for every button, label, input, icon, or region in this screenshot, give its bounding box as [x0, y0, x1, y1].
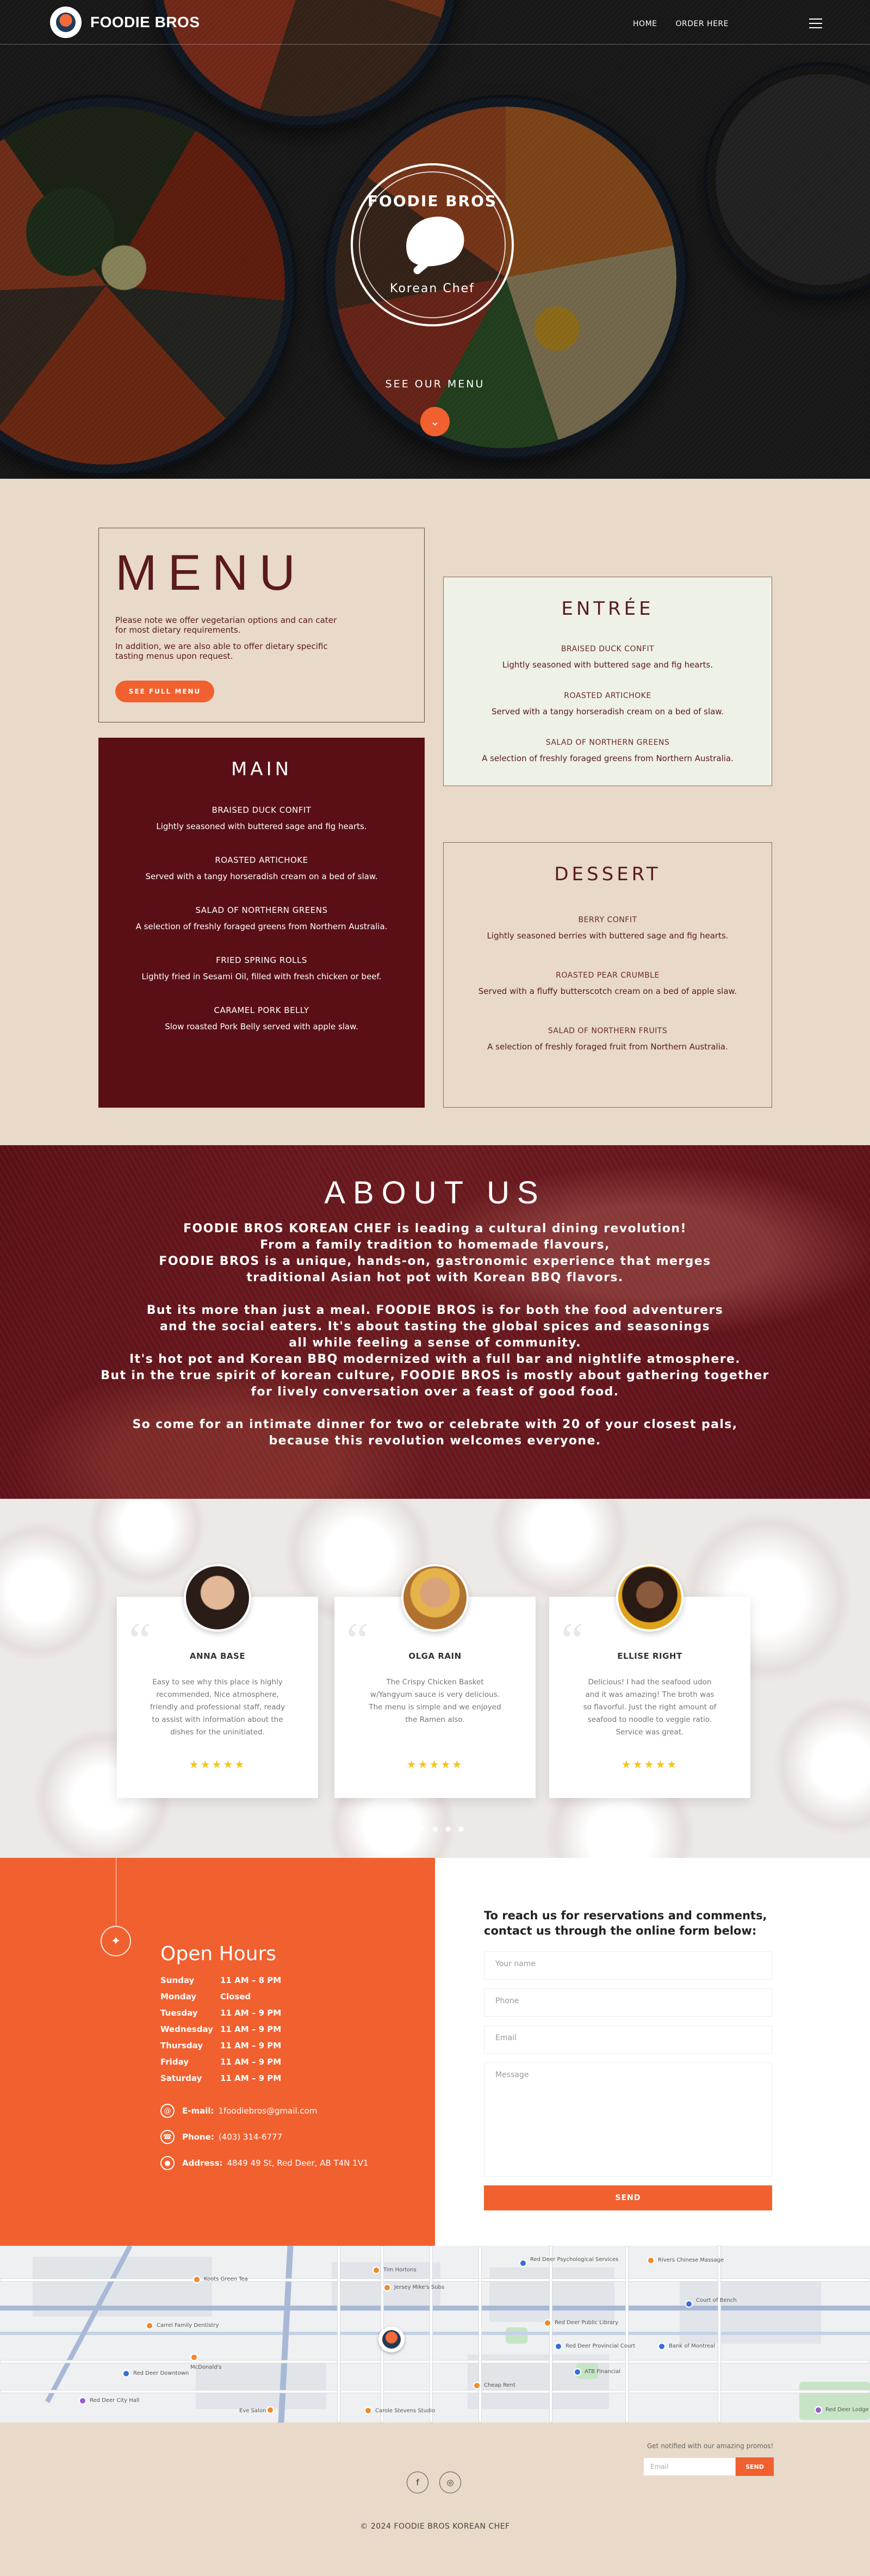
- email-icon: @: [160, 2104, 175, 2118]
- menu-item: SALAD OF NORTHERN GREENS A selection of f…: [135, 905, 388, 931]
- menu-item: FRIED SPRING ROLLS Lightly fried in Sesam…: [141, 955, 382, 981]
- menu-item: ROASTED PEAR CRUMBLE Served with a fluffy…: [478, 971, 737, 996]
- menu-item: SALAD OF NORTHERN GREENS A selection of f…: [482, 738, 734, 763]
- about-title: ABOUT US: [324, 1175, 546, 1210]
- entree-menu-card: ENTRÉE BRAISED DUCK CONFIT Lightly season…: [443, 577, 772, 786]
- brand-name[interactable]: FOODIE BROS: [90, 14, 200, 31]
- testimonial-card: “ ANNA BASE Easy to see why this place i…: [117, 1564, 318, 1798]
- nav-order-here[interactable]: ORDER HERE: [676, 20, 729, 28]
- entree-title: ENTRÉE: [561, 598, 654, 620]
- newsletter-send-button[interactable]: SEND: [736, 2457, 774, 2476]
- brand-logo-icon[interactable]: [50, 7, 82, 38]
- contact-section: ✦ Open Hours Sunday 11 AM – 8 PM Monday Cl…: [0, 1858, 870, 2246]
- facebook-icon[interactable]: f: [407, 2472, 428, 2493]
- menu-item: BERRY CONFIT Lightly seasoned berries wit…: [487, 916, 729, 941]
- dessert-menu-card: DESSERT BERRY CONFIT Lightly seasoned ber…: [443, 842, 772, 1108]
- about-text: FOODIE BROS KOREAN CHEF is leading a cul…: [101, 1222, 769, 1448]
- star-icon: ★★★★★: [189, 1758, 246, 1771]
- emblem-bottom-text: Korean Chef: [390, 282, 475, 295]
- menu-item: BRAISED DUCK CONFIT Lightly seasoned with…: [156, 805, 367, 831]
- menu-title: MENU: [115, 545, 306, 601]
- hours-panel: ✦ Open Hours Sunday 11 AM – 8 PM Monday Cl…: [0, 1858, 435, 2246]
- copyright: © 2024 FOODIE BROS KOREAN CHEF: [360, 2522, 510, 2531]
- menu-note-tasting: In addition, we are also able to offer d…: [115, 641, 328, 661]
- instagram-icon[interactable]: ◎: [439, 2472, 461, 2493]
- name-field[interactable]: Your name: [484, 1951, 772, 1980]
- menu-note-dietary: Please note we offer vegetarian options …: [115, 615, 337, 635]
- menu-section: MENU Please note we offer vegetarian opt…: [0, 479, 870, 1145]
- quote-icon: “: [129, 1613, 151, 1668]
- newsletter-label: Get notified with our amazing promos!: [647, 2442, 774, 2450]
- avatar: [616, 1564, 683, 1632]
- chevron-down-icon[interactable]: ⌄: [420, 407, 450, 436]
- menu-intro-card: MENU Please note we offer vegetarian opt…: [98, 528, 425, 722]
- menu-item: ROASTED ARTICHOKE Served with a tangy hor…: [145, 855, 378, 881]
- quote-icon: “: [561, 1613, 583, 1668]
- testimonial-card: “ OLGA RAIN The Crispy Chicken Basket w/…: [334, 1564, 536, 1798]
- address-info[interactable]: ● Address: 4849 49 St, Red Deer, AB T4N 1…: [160, 2156, 369, 2170]
- send-button[interactable]: SEND: [484, 2185, 772, 2210]
- phone-info[interactable]: ☎ Phone: (403) 314-6777: [160, 2130, 282, 2144]
- mallet-icon: [397, 208, 471, 275]
- top-navigation: FOODIE BROS HOME ORDER HERE: [0, 0, 870, 45]
- menu-item: ROASTED ARTICHOKE Served with a tangy hor…: [491, 691, 724, 716]
- main-menu-card: MAIN BRAISED DUCK CONFIT Lightly seasoned…: [98, 738, 425, 1108]
- phone-field[interactable]: Phone: [484, 1988, 772, 2017]
- testimonial-text: Easy to see why this place is highly rec…: [150, 1678, 285, 1737]
- map-pin-icon[interactable]: [378, 2326, 405, 2352]
- quote-icon: “: [346, 1613, 369, 1668]
- nav-home[interactable]: HOME: [633, 20, 657, 28]
- main-title: MAIN: [231, 758, 293, 780]
- footer: Get notified with our amazing promos! Em…: [0, 2423, 870, 2576]
- message-field[interactable]: Message: [484, 2062, 772, 2177]
- menu-item: BRAISED DUCK CONFIT Lightly seasoned with…: [502, 645, 713, 670]
- email-info[interactable]: @ E-mail: 1foodiebros@gmail.com: [160, 2104, 317, 2118]
- hours-table: Sunday 11 AM – 8 PM Monday Closed Tuesday 1…: [160, 1975, 282, 2083]
- about-section: ABOUT US FOODIE BROS KOREAN CHEF is lead…: [0, 1145, 870, 1499]
- email-field[interactable]: Email: [484, 2025, 772, 2054]
- nav-links: HOME ORDER HERE: [633, 20, 729, 28]
- newsletter-email-input[interactable]: Email: [643, 2457, 736, 2476]
- see-menu-link[interactable]: SEE OUR MENU: [0, 378, 870, 390]
- menu-item: SALAD OF NORTHERN FRUITS A selection of f…: [487, 1027, 728, 1052]
- location-pin-icon: ●: [160, 2156, 175, 2170]
- contact-form: To reach us for reservations and comment…: [484, 1908, 772, 2210]
- foodie-bros-emblem: FOODIE BROS Korean Chef: [351, 163, 514, 326]
- testimonials-section: “ ANNA BASE Easy to see why this place i…: [0, 1499, 870, 1858]
- hours-title: Open Hours: [160, 1943, 277, 1965]
- phone-icon: ☎: [160, 2130, 175, 2144]
- testimonial-text: The Crispy Chicken Basket w/Yangyum sauc…: [369, 1678, 501, 1724]
- see-full-menu-button[interactable]: SEE FULL MENU: [115, 681, 214, 702]
- menu-item: CARAMEL PORK BELLY Slow roasted Pork Bell…: [165, 1005, 358, 1031]
- dessert-title: DESSERT: [554, 863, 661, 885]
- carousel-dots[interactable]: [0, 1826, 870, 1832]
- form-heading: To reach us for reservations and comment…: [484, 1909, 767, 1937]
- star-icon: ★★★★★: [621, 1758, 679, 1771]
- brand[interactable]: FOODIE BROS: [50, 7, 200, 38]
- hamburger-menu-icon[interactable]: [809, 18, 822, 28]
- avatar: [184, 1564, 251, 1632]
- avatar: [401, 1564, 469, 1632]
- utensils-icon: ✦: [101, 1926, 131, 1956]
- emblem-top-text: FOODIE BROS: [367, 192, 498, 210]
- location-map[interactable]: Koots Green Tea Tim Hortons Jersey Mike'…: [0, 2246, 870, 2423]
- testimonial-card: “ ELLISE RIGHT Delicious! I had the seaf…: [549, 1564, 750, 1798]
- testimonial-text: Delicious! I had the seafood udon and it…: [583, 1678, 717, 1737]
- hero-section: FOODIE BROS HOME ORDER HERE FOODIE BROS …: [0, 0, 870, 479]
- star-icon: ★★★★★: [406, 1758, 464, 1771]
